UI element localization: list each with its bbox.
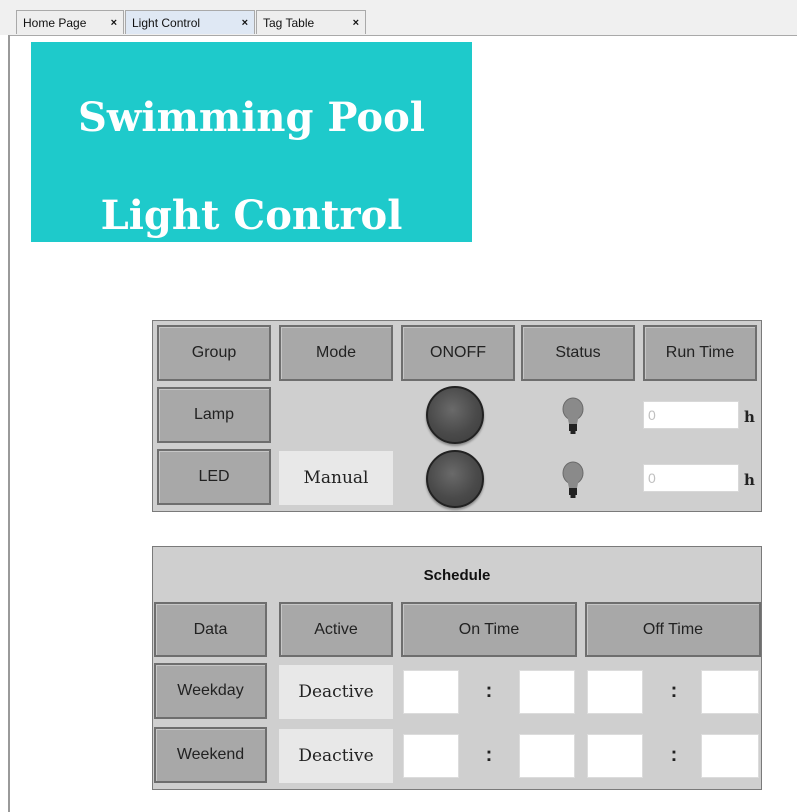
weekday-off-separator: : <box>670 680 678 702</box>
schedule-panel: Schedule Data Active On Time Off Time We… <box>152 546 762 790</box>
group-led-button[interactable]: LED <box>157 449 271 505</box>
close-icon[interactable]: × <box>353 11 359 35</box>
left-border <box>0 35 10 812</box>
header-on-time: On Time <box>401 602 577 657</box>
title-banner: Swimming Pool Light Control <box>31 42 472 242</box>
title-line-2: Light Control <box>100 192 403 239</box>
lamp-runtime-field[interactable]: 0 <box>643 401 739 429</box>
weekday-on-minute-field[interactable] <box>519 670 575 714</box>
weekend-off-minute-field[interactable] <box>701 734 759 778</box>
group-lamp-button[interactable]: Lamp <box>157 387 271 443</box>
header-group: Group <box>157 325 271 381</box>
lamp-status-bulb-icon <box>562 397 584 434</box>
weekend-off-hour-field[interactable] <box>587 734 643 778</box>
weekday-active-value: Deactive <box>279 665 393 719</box>
tab-label: Home Page <box>23 16 87 30</box>
led-runtime-field[interactable]: 0 <box>643 464 739 492</box>
led-status-bulb-icon <box>562 461 584 498</box>
weekday-on-hour-field[interactable] <box>403 670 459 714</box>
header-data: Data <box>154 602 267 657</box>
close-icon[interactable]: × <box>242 11 248 35</box>
tab-home-page[interactable]: Home Page × <box>16 10 124 34</box>
led-runtime-unit: h <box>744 471 755 489</box>
tab-bar: Home Page × Light Control × Tag Table × <box>0 0 797 36</box>
header-status: Status <box>521 325 635 381</box>
header-run-time: Run Time <box>643 325 757 381</box>
header-mode: Mode <box>279 325 393 381</box>
lamp-onoff-button[interactable] <box>426 386 484 444</box>
weekend-active-value: Deactive <box>279 729 393 783</box>
weekday-button[interactable]: Weekday <box>154 663 267 719</box>
header-onoff: ONOFF <box>401 325 515 381</box>
control-panel: Group Mode ONOFF Status Run Time Lamp 0 … <box>152 320 762 512</box>
weekend-on-minute-field[interactable] <box>519 734 575 778</box>
weekend-button[interactable]: Weekend <box>154 727 267 783</box>
led-onoff-button[interactable] <box>426 450 484 508</box>
tab-label: Light Control <box>132 16 201 30</box>
tab-light-control[interactable]: Light Control × <box>125 10 255 34</box>
weekday-off-minute-field[interactable] <box>701 670 759 714</box>
weekend-off-separator: : <box>670 744 678 766</box>
close-icon[interactable]: × <box>111 11 117 35</box>
tab-tag-table[interactable]: Tag Table × <box>256 10 366 34</box>
tab-label: Tag Table <box>263 16 315 30</box>
weekday-on-separator: : <box>485 680 493 702</box>
led-mode-value: Manual <box>279 451 393 505</box>
weekend-on-hour-field[interactable] <box>403 734 459 778</box>
title-line-1: Swimming Pool <box>78 94 425 141</box>
schedule-title: Schedule <box>423 567 491 584</box>
lamp-runtime-unit: h <box>744 408 755 426</box>
header-off-time: Off Time <box>585 602 761 657</box>
weekend-on-separator: : <box>485 744 493 766</box>
weekday-off-hour-field[interactable] <box>587 670 643 714</box>
header-active: Active <box>279 602 393 657</box>
